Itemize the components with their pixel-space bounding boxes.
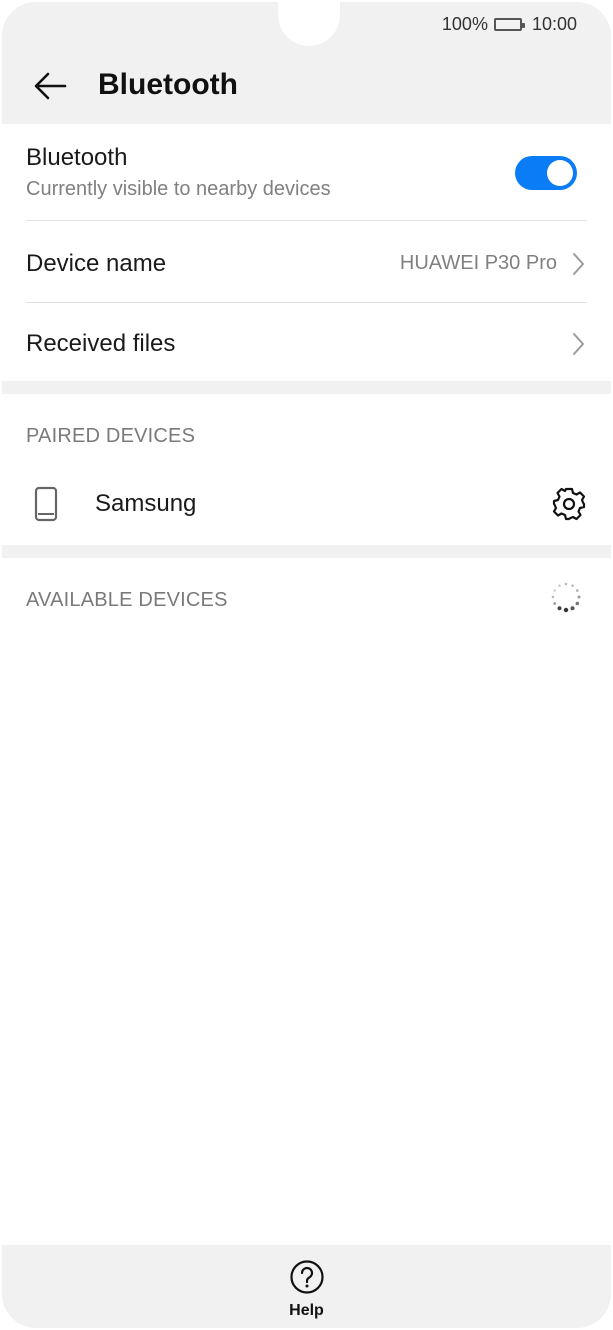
question-circle-icon: [289, 1260, 324, 1294]
received-files-label: Received files: [26, 330, 176, 357]
help-label: Help: [289, 1302, 324, 1319]
section-separator: [2, 545, 611, 558]
section-separator: [2, 381, 611, 394]
paired-device-name: Samsung: [95, 490, 197, 517]
divider: [26, 302, 587, 303]
status-time: 10:00: [531, 13, 577, 34]
paired-device-item[interactable]: Samsung: [26, 484, 587, 524]
paired-devices-header: PAIRED DEVICES: [26, 425, 196, 447]
status-bar: 100% 10:00: [442, 13, 577, 35]
header-area: 100% 10:00 Bluetooth: [2, 0, 611, 124]
chevron-right-icon: [573, 333, 584, 355]
received-files-row[interactable]: Received files: [26, 330, 587, 360]
gear-icon[interactable]: [551, 486, 587, 522]
bluetooth-settings-screen: 100% 10:00 Bluetooth Bluetooth Currently…: [0, 0, 613, 1330]
loading-spinner-icon: [551, 582, 581, 613]
bottom-action-bar: Help: [2, 1245, 611, 1328]
back-button[interactable]: [30, 66, 70, 106]
device-name-value: HUAWEI P30 Pro: [399, 252, 557, 274]
divider: [26, 220, 587, 221]
camera-notch: [278, 0, 340, 46]
help-button[interactable]: Help: [277, 1259, 337, 1320]
bluetooth-switch[interactable]: [515, 156, 577, 190]
bluetooth-subtitle: Currently visible to nearby devices: [26, 178, 331, 200]
bluetooth-label: Bluetooth: [26, 144, 128, 171]
chevron-right-icon: [573, 253, 584, 275]
bluetooth-toggle-row[interactable]: Bluetooth Currently visible to nearby de…: [26, 144, 587, 214]
switch-knob: [547, 160, 573, 186]
phone-icon: [34, 486, 58, 522]
available-devices-header: AVAILABLE DEVICES: [26, 589, 228, 611]
page-title: Bluetooth: [98, 68, 238, 101]
back-arrow-icon: [34, 72, 67, 100]
battery-icon: [493, 17, 525, 31]
device-name-row[interactable]: Device name HUAWEI P30 Pro: [26, 250, 587, 280]
battery-percent: 100%: [441, 13, 488, 34]
